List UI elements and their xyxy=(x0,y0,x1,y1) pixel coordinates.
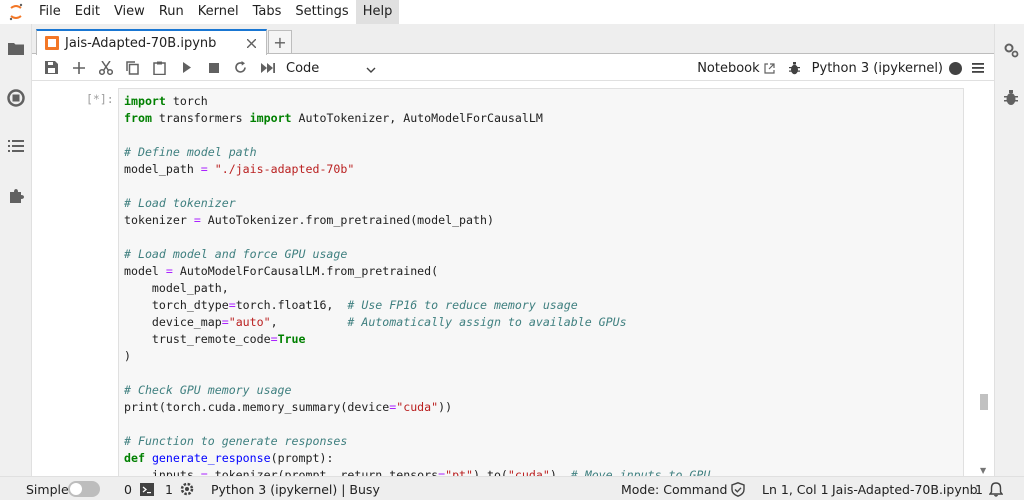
notebook-scrollbar[interactable]: ▼ xyxy=(978,82,990,476)
notification-count[interactable]: 1 xyxy=(975,477,983,500)
jupyter-logo-icon xyxy=(0,0,32,24)
notebook-tab[interactable]: Jais-Adapted-70B.ipynb xyxy=(36,29,267,55)
menu-edit[interactable]: Edit xyxy=(68,0,107,24)
save-icon[interactable] xyxy=(38,56,65,80)
menu-help[interactable]: Help xyxy=(355,0,400,24)
kernel-status[interactable]: Python 3 (ipykernel) | Busy xyxy=(211,477,380,500)
debugger-icon[interactable] xyxy=(995,82,1024,114)
shield-check-icon[interactable] xyxy=(731,477,745,500)
restart-icon[interactable] xyxy=(227,56,254,80)
run-icon[interactable] xyxy=(173,56,200,80)
toc-icon[interactable] xyxy=(0,130,32,162)
kernel-area: Notebook Python 3 (ipykernel) xyxy=(697,55,984,81)
cut-icon[interactable] xyxy=(92,56,119,80)
copy-icon[interactable] xyxy=(119,56,146,80)
bug-icon[interactable] xyxy=(788,61,800,75)
tab-bar: Jais-Adapted-70B.ipynb + xyxy=(32,24,994,55)
menu-file[interactable]: File xyxy=(32,0,68,24)
tab-title: Jais-Adapted-70B.ipynb xyxy=(65,35,217,51)
kernels-count[interactable]: 1 xyxy=(165,477,173,500)
notebook-label[interactable]: Notebook xyxy=(697,61,759,76)
scroll-down-icon[interactable]: ▼ xyxy=(980,466,986,475)
status-bar: Simple 0 1 Python 3 (ipykernel) | Busy M… xyxy=(0,476,1024,500)
menu-settings[interactable]: Settings xyxy=(288,0,355,24)
notebook-panel: [*]: import torch from transformers impo… xyxy=(32,82,994,476)
mode-indicator: Mode: Command xyxy=(621,481,728,497)
menu-kernel[interactable]: Kernel xyxy=(191,0,246,24)
launch-icon[interactable] xyxy=(764,62,775,74)
new-tab-button[interactable]: + xyxy=(268,30,292,54)
menu-view[interactable]: View xyxy=(107,0,152,24)
paste-icon[interactable] xyxy=(146,56,173,80)
folder-icon[interactable] xyxy=(0,32,32,64)
menu-run[interactable]: Run xyxy=(152,0,191,24)
chevron-down-icon xyxy=(366,62,376,77)
close-tab-icon[interactable] xyxy=(244,36,258,50)
stop-icon[interactable] xyxy=(200,56,227,80)
cursor-position[interactable]: Ln 1, Col 1 xyxy=(762,477,829,500)
left-sidebar xyxy=(0,24,32,476)
extension-icon[interactable] xyxy=(0,180,32,212)
bell-icon[interactable] xyxy=(989,477,1003,500)
menu-icon[interactable] xyxy=(972,63,984,73)
cell-type-value: Code xyxy=(286,60,320,76)
main-area: Jais-Adapted-70B.ipynb + Code Notebook P… xyxy=(32,24,994,476)
cell-prompt: [*]: xyxy=(86,92,114,106)
kernel-busy-indicator xyxy=(949,61,962,75)
simple-mode-toggle[interactable] xyxy=(62,477,100,500)
scroll-thumb[interactable] xyxy=(980,394,988,410)
cell-type-select[interactable]: Code xyxy=(286,57,376,79)
right-sidebar xyxy=(994,24,1024,476)
insert-cell-icon[interactable] xyxy=(65,56,92,80)
kernel-name[interactable]: Python 3 (ipykernel) xyxy=(812,61,943,76)
menu-tabs[interactable]: Tabs xyxy=(246,0,289,24)
terminal-icon[interactable] xyxy=(140,477,154,500)
status-filename: Jais-Adapted-70B.ipynb xyxy=(832,481,978,497)
terminals-count[interactable]: 0 xyxy=(124,477,132,500)
run-all-icon[interactable] xyxy=(254,56,281,80)
notebook-icon xyxy=(45,36,59,50)
notebook-toolbar: Code Notebook Python 3 (ipykernel) xyxy=(32,55,994,81)
running-icon[interactable] xyxy=(0,82,32,114)
property-inspector-icon[interactable] xyxy=(995,34,1024,66)
code-cell[interactable]: import torch from transformers import Au… xyxy=(118,88,964,476)
code-editor[interactable]: import torch from transformers import Au… xyxy=(124,93,710,476)
kernel-gear-icon[interactable] xyxy=(180,477,194,500)
menu-bar: File Edit View Run Kernel Tabs Settings … xyxy=(0,0,1024,24)
